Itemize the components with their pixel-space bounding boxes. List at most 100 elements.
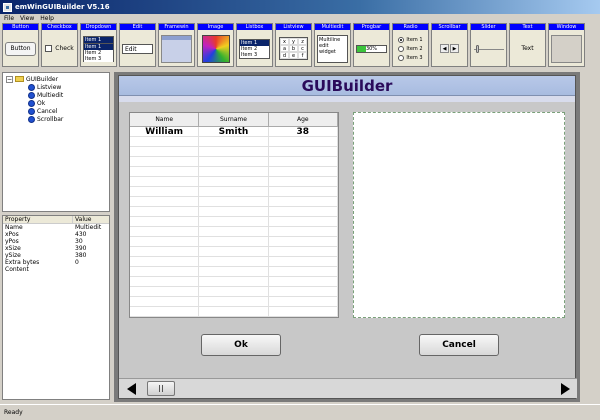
cancel-button[interactable]: Cancel [419,334,499,356]
title-bar: emWinGUIBuilder V5.16 [0,0,600,14]
scroll-left-icon[interactable] [123,381,139,396]
menu-help[interactable]: Help [40,15,54,22]
dropdown-option: Item 3 [83,55,114,62]
menu-bar: File View Help [0,14,600,23]
property-value[interactable]: 30 [73,238,83,245]
tree-item-label: Listview [37,83,62,91]
listbox-preview: Item 1 Item 2 Item 3 [239,38,270,59]
property-row[interactable]: Extra bytes 0 [3,259,109,266]
empty-row [130,157,338,167]
tree-root[interactable]: − GUIBuilder [6,75,106,83]
grid-cell: z [298,38,307,45]
status-bar: Ready [0,404,600,420]
tree-item[interactable]: Ok [6,99,106,107]
empty-row [130,227,338,237]
tool-window[interactable]: Window [548,23,585,67]
tool-listview[interactable]: Listview x y z a b c d e f [275,23,312,67]
tool-framewin[interactable]: Framewin [158,23,195,67]
tree-item[interactable]: Multiedit [6,91,106,99]
multiedit-widget[interactable] [353,112,565,318]
empty-row [130,267,338,277]
property-panel: Property Value Name Multiedit xPos 430 y… [2,215,110,400]
tool-scrollbar[interactable]: Scrollbar ◀ ▶ [431,23,468,67]
widget-icon [28,107,35,115]
scroll-thumb[interactable] [147,381,175,396]
radio-icon [398,54,405,61]
property-row[interactable]: Name Multiedit [3,224,109,231]
cell-surname: Smith [199,127,269,137]
radio-label: Item 1 [406,36,423,43]
property-value[interactable]: Multiedit [73,224,101,231]
arrow-right-icon: ▶ [450,44,459,53]
property-row[interactable]: xSize 390 [3,245,109,252]
empty-row [130,287,338,297]
radio-selected-icon [398,36,405,43]
property-row[interactable]: Content [3,266,109,273]
tool-checkbox[interactable]: Checkbox Check [41,23,78,67]
tree-item-label: Ok [37,99,46,107]
empty-row [130,197,338,207]
property-row[interactable]: yPos 30 [3,238,109,245]
tool-label: Scrollbar [432,24,467,30]
empty-row [130,247,338,257]
tool-text[interactable]: Text Text [509,23,546,67]
tree-item[interactable]: Listview [6,83,106,91]
scroll-right-icon[interactable] [557,381,573,396]
menu-view[interactable]: View [20,15,34,22]
cell-age: 38 [269,127,338,137]
property-header: Property Value [3,216,109,224]
property-value[interactable]: 0 [73,259,79,266]
button-preview: Button [5,41,36,56]
form-title-bar[interactable]: GUIBuilder [119,76,575,96]
empty-row [130,307,338,317]
tool-radio[interactable]: Radio Item 1 Item 2 Item 3 [392,23,429,67]
column-header-age[interactable]: Age [269,113,338,126]
empty-row [130,177,338,187]
property-value[interactable]: 380 [73,252,86,259]
multiedit-line: widget [319,48,336,55]
form-strip [119,96,575,102]
tool-listbox[interactable]: Listbox Item 1 Item 2 Item 3 [236,23,273,67]
property-row[interactable]: xPos 430 [3,231,109,238]
property-row[interactable]: ySize 380 [3,252,109,259]
column-header-name[interactable]: Name [130,113,200,126]
tool-button[interactable]: Button Button [2,23,39,67]
table-row[interactable]: William Smith 38 [130,127,338,137]
radio-label: Item 3 [406,54,423,61]
empty-row [130,137,338,147]
tool-progbar[interactable]: Progbar 30% [353,23,390,67]
collapse-icon[interactable]: − [6,75,13,83]
tool-label: Listview [276,24,311,30]
grid-cell: x [280,38,289,45]
window-title: emWinGUIBuilder V5.16 [15,3,110,11]
widget-icon [28,83,35,91]
empty-row [130,237,338,247]
tool-image[interactable]: Image [197,23,234,67]
property-value[interactable] [73,266,75,273]
property-name: xSize [5,245,21,252]
form-window[interactable]: GUIBuilder Name Surname Age William Smit… [118,75,577,399]
listview-widget[interactable]: Name Surname Age William Smith 38 [129,112,339,318]
radio-preview: Item 1 Item 2 Item 3 [398,35,423,62]
slider-preview [473,44,504,53]
tree-item[interactable]: Scrollbar [6,115,106,123]
column-header-surname[interactable]: Surname [199,113,269,126]
grid-cell: e [289,52,298,59]
menu-file[interactable]: File [4,15,14,22]
arrow-left-icon: ◀ [440,44,449,53]
tool-label: Checkbox [42,24,77,30]
tool-slider[interactable]: Slider [470,23,507,67]
tree-item[interactable]: Cancel [6,107,106,115]
listview-header: Name Surname Age [130,113,338,127]
property-value[interactable]: 390 [73,245,86,252]
radio-icon [398,45,405,52]
horizontal-scrollbar[interactable] [119,378,577,398]
ok-button[interactable]: Ok [201,334,281,356]
tool-multiedit[interactable]: Multiedit Multiline edit widget [314,23,351,67]
progbar-text: 30% [365,45,378,52]
widget-icon [28,91,35,99]
tool-edit[interactable]: Edit Edit [119,23,156,67]
property-value[interactable]: 430 [73,231,86,238]
tool-dropdown[interactable]: Dropdown Item 1 Item 1 Item 2 Item 3 [80,23,117,67]
tool-label: Dropdown [81,24,116,30]
